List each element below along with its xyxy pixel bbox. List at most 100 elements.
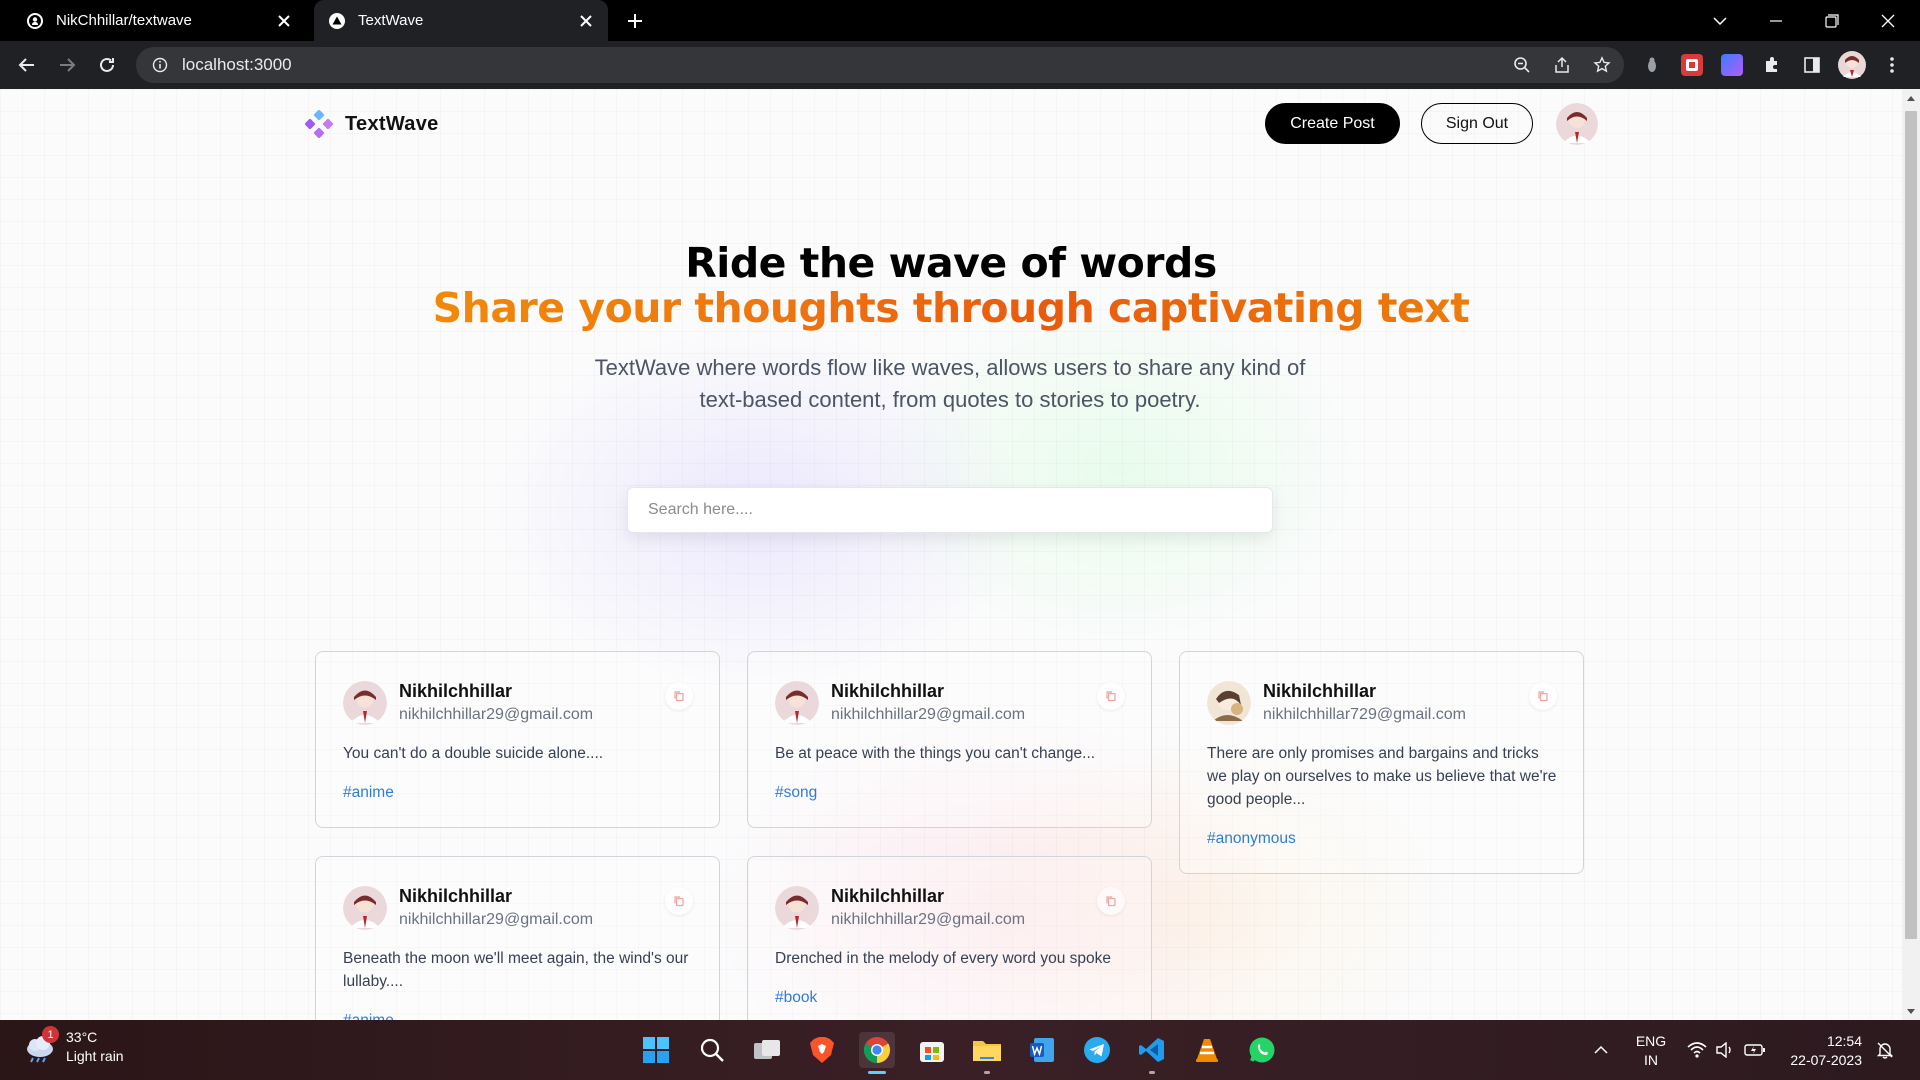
post-card: Nikhilchhillar nikhilchhillar729@gmail.c…: [1179, 651, 1584, 874]
sign-out-button[interactable]: Sign Out: [1421, 103, 1533, 144]
show-hidden-icons-chevron-icon[interactable]: [1586, 1020, 1616, 1080]
active-indicator: [868, 1071, 886, 1074]
extension-icon[interactable]: [1721, 54, 1743, 76]
whatsapp-icon[interactable]: [1244, 1032, 1280, 1068]
windows-start-icon[interactable]: [638, 1032, 674, 1068]
minimize-button[interactable]: [1748, 0, 1804, 41]
wifi-icon[interactable]: [1683, 1020, 1711, 1080]
post-card: Nikhilchhillar nikhilchhillar29@gmail.co…: [315, 856, 720, 1020]
post-card: Nikhilchhillar nikhilchhillar29@gmail.co…: [747, 651, 1152, 828]
post-tag[interactable]: #anonymous: [1207, 830, 1296, 848]
post-author-email: nikhilchhillar729@gmail.com: [1263, 706, 1466, 723]
post-tag[interactable]: #book: [775, 989, 817, 1007]
reload-icon[interactable]: [91, 49, 123, 81]
extension-icon[interactable]: [1641, 54, 1663, 76]
weather-temperature: 33°C: [66, 1029, 98, 1045]
back-icon[interactable]: [11, 49, 43, 81]
tab-github[interactable]: NikChhillar/textwave: [12, 0, 306, 41]
copy-button[interactable]: [1097, 682, 1125, 710]
post-author-email: nikhilchhillar29@gmail.com: [831, 706, 1026, 723]
chrome-icon[interactable]: [859, 1032, 895, 1074]
copy-button[interactable]: [665, 682, 693, 710]
word-icon[interactable]: [1024, 1032, 1060, 1068]
page-scrollbar[interactable]: [1902, 89, 1920, 1020]
avatar[interactable]: [343, 681, 387, 725]
profile-avatar[interactable]: [1836, 49, 1868, 81]
microsoft-store-icon[interactable]: [914, 1032, 950, 1068]
zoom-icon[interactable]: [1506, 49, 1538, 81]
cloud-rain-icon: 1: [22, 1026, 59, 1065]
forward-icon[interactable]: [51, 49, 83, 81]
scrollbar-thumb[interactable]: [1905, 111, 1917, 939]
telegram-icon[interactable]: [1079, 1032, 1115, 1068]
language-indicator[interactable]: ENG IN: [1630, 1032, 1672, 1070]
weather-widget[interactable]: 1 33°C Light rain: [22, 1026, 124, 1066]
close-icon[interactable]: [270, 7, 298, 35]
close-window-button[interactable]: [1860, 0, 1916, 41]
hero-subtitle: Share your thoughts through captivating …: [0, 284, 1902, 332]
new-tab-button[interactable]: [620, 6, 650, 36]
post-content: You can't do a double suicide alone....: [343, 745, 604, 762]
copy-icon: [674, 691, 684, 702]
copy-icon: [674, 896, 684, 907]
post-author-name: Nikhilchhillar: [1263, 681, 1377, 701]
tab-title: TextWave: [358, 12, 424, 29]
copy-button[interactable]: [1529, 682, 1557, 710]
tab-search-icon[interactable]: [1692, 0, 1748, 41]
address-bar: localhost:3000: [0, 41, 1920, 89]
restore-button[interactable]: [1804, 0, 1860, 41]
vlc-icon[interactable]: [1189, 1032, 1225, 1068]
file-explorer-icon[interactable]: [969, 1032, 1005, 1074]
weather-description: Light rain: [66, 1048, 124, 1064]
menu-kebab-icon[interactable]: [1876, 49, 1908, 81]
copy-button[interactable]: [1097, 887, 1125, 915]
close-icon[interactable]: [572, 7, 600, 35]
side-panel-icon[interactable]: [1796, 49, 1828, 81]
scroll-down-arrow-icon[interactable]: [1902, 1002, 1920, 1020]
copy-icon: [1106, 691, 1116, 702]
scroll-up-arrow-icon[interactable]: [1902, 89, 1920, 107]
copy-icon: [1106, 896, 1116, 907]
post-author-email: nikhilchhillar29@gmail.com: [831, 911, 1026, 928]
notification-bell-icon[interactable]: [1870, 1020, 1900, 1080]
info-icon[interactable]: [150, 55, 170, 75]
search-icon[interactable]: [694, 1032, 730, 1068]
tab-textwave[interactable]: TextWave: [314, 0, 608, 41]
vscode-icon[interactable]: [1134, 1032, 1170, 1074]
url-text: localhost:3000: [182, 55, 292, 74]
windows-taskbar: 1 33°C Light rain ENG IN 12:54 22-07-202…: [0, 1020, 1920, 1080]
post-tag[interactable]: #anime: [343, 784, 394, 802]
clock[interactable]: 12:54 22-07-2023: [1776, 1032, 1862, 1070]
search-input[interactable]: [627, 487, 1273, 533]
extensions-puzzle-icon[interactable]: [1756, 49, 1788, 81]
clock-date: 22-07-2023: [1790, 1052, 1862, 1068]
post-tag[interactable]: #song: [775, 784, 817, 802]
copy-button[interactable]: [665, 887, 693, 915]
post-tag[interactable]: #anime: [343, 1012, 394, 1020]
hero-description: TextWave where words flow like waves, al…: [594, 355, 1306, 412]
avatar[interactable]: [775, 886, 819, 930]
avatar[interactable]: [343, 886, 387, 930]
avatar[interactable]: [1207, 681, 1251, 725]
volume-icon[interactable]: [1712, 1020, 1738, 1080]
share-icon[interactable]: [1546, 49, 1578, 81]
copy-icon: [1538, 691, 1548, 702]
battery-charging-icon[interactable]: [1740, 1020, 1770, 1080]
post-author-name: Nikhilchhillar: [399, 886, 513, 906]
omnibox[interactable]: localhost:3000: [136, 47, 1624, 83]
post-author-name: Nikhilchhillar: [831, 886, 945, 906]
bookmark-star-icon[interactable]: [1586, 49, 1618, 81]
post-card: Nikhilchhillar nikhilchhillar29@gmail.co…: [315, 651, 720, 828]
extension-icon[interactable]: [1681, 54, 1703, 76]
task-view-icon[interactable]: [749, 1032, 785, 1068]
logo[interactable]: TextWave: [303, 108, 439, 140]
browser-tab-bar: NikChhillar/textwave TextWave: [0, 0, 1920, 41]
post-content: Drenched in the melody of every word you…: [775, 950, 1112, 967]
avatar[interactable]: [775, 681, 819, 725]
running-indicator: [984, 1071, 990, 1074]
post-content: Be at peace with the things you can't ch…: [775, 745, 1096, 762]
brave-browser-icon[interactable]: [804, 1032, 840, 1068]
create-post-button[interactable]: Create Post: [1265, 103, 1400, 144]
language-code: ENG: [1635, 1033, 1667, 1049]
user-avatar[interactable]: [1556, 103, 1598, 145]
